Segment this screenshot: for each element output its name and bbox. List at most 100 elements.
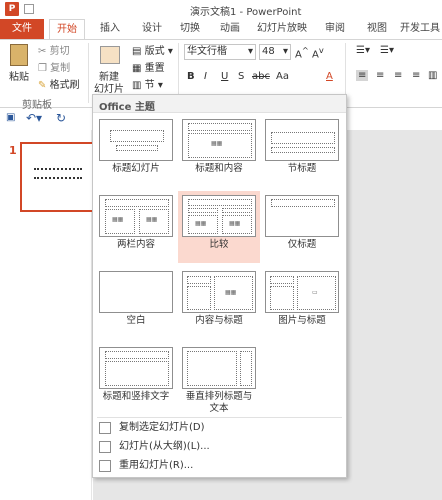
new-slide-label-2[interactable]: 幻灯片 bbox=[94, 80, 124, 95]
layout-thumbnail bbox=[99, 347, 173, 389]
underline-button[interactable]: U bbox=[221, 71, 228, 82]
reset-label: 重置 bbox=[144, 63, 165, 74]
tab-insert[interactable]: 插入 bbox=[92, 19, 128, 39]
save-icon[interactable] bbox=[24, 4, 34, 14]
scissors-icon: ✂ bbox=[38, 46, 47, 57]
bold-button[interactable]: B bbox=[187, 71, 195, 82]
undo-icon[interactable]: ↶▾ bbox=[26, 111, 42, 125]
section-label: 节 bbox=[144, 80, 155, 91]
layout-blank[interactable]: 空白 bbox=[95, 267, 177, 339]
layout-title-content[interactable]: ▦▦ 标题和内容 bbox=[178, 115, 260, 187]
layout-thumbnail: ▦▦ ▦▦ bbox=[99, 195, 173, 237]
layout-label: 标题和竖排文字 bbox=[102, 391, 170, 402]
layout-label: 比较 bbox=[209, 239, 229, 250]
tab-transitions[interactable]: 切换 bbox=[172, 19, 208, 39]
layout-thumbnail: ▦▦ ▦▦ bbox=[182, 195, 256, 237]
grow-font-button[interactable]: A^ bbox=[295, 45, 309, 60]
save-icon[interactable]: ▣ bbox=[6, 112, 15, 123]
menu-item-label: 复制选定幻灯片(D) bbox=[119, 422, 205, 433]
duplicate-slides-item[interactable]: 复制选定幻灯片(D) bbox=[99, 419, 339, 437]
section-button[interactable]: ▥ 节 ▾ bbox=[132, 76, 163, 91]
chevron-down-icon: ▾ bbox=[282, 46, 288, 57]
layout-thumbnail bbox=[99, 119, 173, 161]
layout-comparison[interactable]: ▦▦ ▦▦ 比较 bbox=[178, 191, 260, 263]
redo-icon[interactable]: ↻ bbox=[56, 111, 66, 125]
columns-icon[interactable]: ▥ bbox=[428, 70, 437, 81]
tab-design[interactable]: 设计 bbox=[134, 19, 170, 39]
tab-animations[interactable]: 动画 bbox=[212, 19, 248, 39]
reuse-slides-icon bbox=[99, 460, 111, 472]
layout-dropdown: Office 主题 标题幻灯片 ▦▦ 标题和内容 节标题 ▦▦ ▦▦ 两栏内容 … bbox=[92, 94, 347, 478]
strikethrough-button[interactable]: S bbox=[238, 71, 244, 82]
layout-thumbnail: ▭ bbox=[265, 271, 339, 313]
layout-title-only[interactable]: 仅标题 bbox=[261, 191, 343, 263]
layout-thumbnail: ▦▦ bbox=[182, 119, 256, 161]
cut-button[interactable]: ✂ 剪切 bbox=[38, 42, 70, 57]
tab-file[interactable]: 文件 bbox=[0, 19, 44, 39]
tab-review[interactable]: 审阅 bbox=[318, 19, 352, 39]
layout-picture-caption[interactable]: ▭ 图片与标题 bbox=[261, 267, 343, 339]
menu-item-label: 重用幻灯片(R)... bbox=[119, 460, 194, 471]
brush-icon: ✎ bbox=[38, 80, 47, 91]
shrink-font-button[interactable]: Av bbox=[312, 45, 324, 60]
layout-button[interactable]: ▤ 版式 ▾ bbox=[132, 42, 173, 57]
slides-from-outline-item[interactable]: 幻灯片(从大纲)(L)... bbox=[99, 438, 339, 456]
layout-label: 垂直排列标题与文本 bbox=[185, 391, 253, 414]
numbering-icon[interactable]: ☰▾ bbox=[380, 45, 394, 56]
quick-access-toolbar: ▣ ↶▾ ↻ bbox=[0, 109, 95, 129]
layout-vertical-title-text[interactable]: 垂直排列标题与文本 bbox=[178, 343, 260, 419]
align-left-icon[interactable]: ≡ bbox=[356, 70, 369, 81]
tab-developer[interactable]: 开发工具 bbox=[398, 19, 442, 39]
reset-button[interactable]: ▦ 重置 bbox=[132, 59, 165, 74]
copy-button[interactable]: ❐ 复制 bbox=[38, 59, 70, 74]
align-center-icon[interactable]: ≡ bbox=[376, 70, 384, 81]
font-name-select[interactable]: 华文行楷 ▾ bbox=[184, 44, 256, 60]
layout-content-caption[interactable]: ▦▦ 内容与标题 bbox=[178, 267, 260, 339]
format-painter-button[interactable]: ✎ 格式刷 bbox=[38, 76, 80, 91]
layout-thumbnail: ▦▦ bbox=[182, 271, 256, 313]
format-painter-label: 格式刷 bbox=[49, 80, 80, 91]
duplicate-slides-icon bbox=[99, 422, 111, 434]
ribbon-tabs: 文件 开始 插入 设计 切换 动画 幻灯片放映 审阅 视图 开发工具 bbox=[0, 19, 442, 39]
align-right-icon[interactable]: ≡ bbox=[394, 70, 402, 81]
layout-section-header[interactable]: 节标题 bbox=[261, 115, 343, 187]
layout-thumbnail bbox=[265, 195, 339, 237]
dropdown-header: Office 主题 bbox=[93, 95, 346, 113]
layout-label: 内容与标题 bbox=[195, 315, 243, 326]
section-icon: ▥ bbox=[132, 80, 142, 91]
outline-icon bbox=[99, 441, 111, 453]
italic-button[interactable]: I bbox=[204, 71, 207, 82]
layout-label: 两栏内容 bbox=[116, 239, 155, 250]
thumbnail-text-line bbox=[34, 168, 82, 172]
title-bar: P 演示文稿1 - PowerPoint bbox=[0, 0, 442, 19]
reuse-slides-item[interactable]: 重用幻灯片(R)... bbox=[99, 457, 339, 475]
char-spacing-button[interactable]: abc bbox=[252, 71, 270, 82]
tab-view[interactable]: 视图 bbox=[360, 19, 394, 39]
layout-label: 标题幻灯片 bbox=[112, 163, 160, 174]
font-color-button[interactable]: A bbox=[326, 71, 333, 82]
paste-icon[interactable] bbox=[10, 44, 28, 66]
reset-icon: ▦ bbox=[132, 63, 142, 74]
layout-label: 版式 bbox=[144, 46, 165, 57]
cut-label: 剪切 bbox=[49, 46, 70, 57]
tab-home[interactable]: 开始 bbox=[49, 19, 85, 39]
paste-label[interactable]: 粘贴 bbox=[9, 68, 29, 83]
bullets-icon[interactable]: ☰▾ bbox=[356, 45, 370, 56]
font-size-select[interactable]: 48 ▾ bbox=[259, 44, 291, 60]
slide-thumbnail[interactable] bbox=[20, 142, 94, 212]
powerpoint-icon: P bbox=[5, 2, 19, 16]
layout-label: 标题和内容 bbox=[195, 163, 243, 174]
menu-item-label: 幻灯片(从大纲)(L)... bbox=[119, 441, 210, 452]
tab-slideshow[interactable]: 幻灯片放映 bbox=[254, 19, 310, 39]
justify-icon[interactable]: ≡ bbox=[412, 70, 420, 81]
layout-title-slide[interactable]: 标题幻灯片 bbox=[95, 115, 177, 187]
thumbnail-text-line bbox=[34, 177, 82, 181]
layout-title-vertical-text[interactable]: 标题和竖排文字 bbox=[95, 343, 177, 415]
chevron-down-icon: ▾ bbox=[247, 46, 253, 57]
change-case-button[interactable]: Aa bbox=[276, 71, 289, 82]
new-slide-icon[interactable] bbox=[100, 46, 120, 64]
dropdown-separator bbox=[97, 417, 342, 418]
layout-label: 空白 bbox=[126, 315, 146, 326]
layout-icon: ▤ bbox=[132, 46, 142, 57]
layout-two-content[interactable]: ▦▦ ▦▦ 两栏内容 bbox=[95, 191, 177, 263]
